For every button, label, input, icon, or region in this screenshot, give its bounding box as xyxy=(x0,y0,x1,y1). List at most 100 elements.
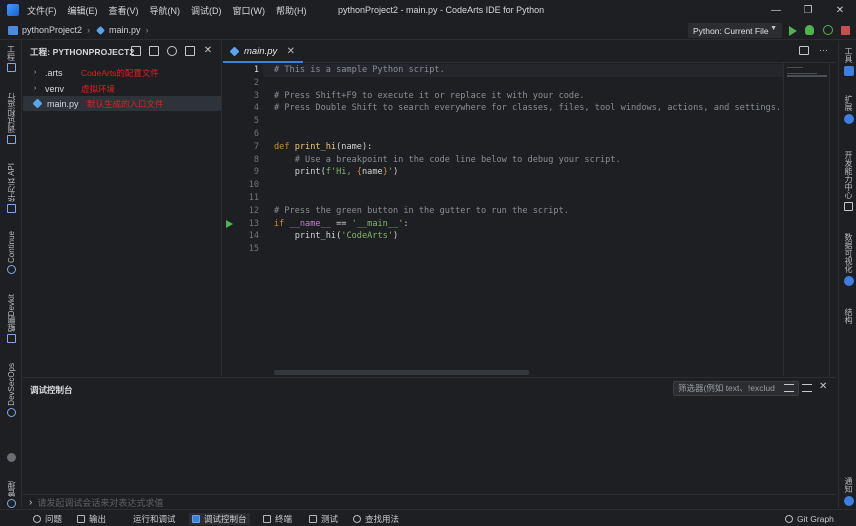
line-number: 6 xyxy=(253,129,259,139)
strip-item-manage[interactable]: 管理 xyxy=(3,481,19,510)
vertical-scrollbar[interactable] xyxy=(829,63,835,376)
strip-item-devkit[interactable]: 鲲鹏Devkit xyxy=(3,294,19,345)
strip-item-continue[interactable]: Continue xyxy=(3,231,19,276)
code-line[interactable]: # Use a breakpoint in the code line belo… xyxy=(274,154,621,167)
status-terminal[interactable]: 终端 xyxy=(260,513,295,525)
line-number: 11 xyxy=(248,193,259,203)
code-line[interactable]: def print_hi(name): xyxy=(274,141,372,154)
strip-item-run-debug[interactable]: 调试和运行 xyxy=(3,93,19,146)
run-gutter-icon[interactable] xyxy=(226,220,233,228)
menu-file[interactable]: 文件(F) xyxy=(27,4,57,17)
window-title: pythonProject2 - main.py - CodeArts IDE … xyxy=(338,5,545,15)
line-number: 8 xyxy=(253,154,259,165)
menu-view[interactable]: 查看(V) xyxy=(109,4,139,17)
status-label: 问题 xyxy=(45,514,63,524)
more-actions-icon[interactable]: ··· xyxy=(819,46,828,55)
tree-item-main-py[interactable]: main.py 默认生成的入口文件 xyxy=(23,96,221,111)
api-icon xyxy=(6,204,16,214)
status-find-usages[interactable]: 查找用法 xyxy=(350,513,402,525)
dev-center-icon xyxy=(844,202,853,211)
close-icon[interactable]: ✕ xyxy=(287,46,295,57)
strip-item-tools[interactable]: 工具 xyxy=(842,47,855,76)
breadcrumb-file[interactable]: main.py › xyxy=(96,25,149,35)
code-line[interactable]: print(f'Hi, {name}') xyxy=(274,166,399,179)
chevron-right-icon[interactable]: › xyxy=(34,69,42,76)
strip-item-api[interactable]: 华为云 API xyxy=(3,163,19,215)
menu-debug[interactable]: 调试(D) xyxy=(191,4,222,17)
horizontal-scrollbar[interactable] xyxy=(274,370,529,375)
status-problems[interactable]: 问题 xyxy=(30,513,65,525)
test-icon xyxy=(309,515,317,523)
line-number: 10 xyxy=(248,180,259,191)
project-panel-actions: ✕ xyxy=(123,46,213,56)
collapse-all-icon[interactable] xyxy=(185,46,195,56)
status-run-debug[interactable]: 运行和调试 xyxy=(118,513,179,525)
console-input-row[interactable]: › 请发起调试会话来对表达式求值 xyxy=(23,494,836,509)
breadcrumb-project[interactable]: pythonProject2 › xyxy=(8,25,90,35)
close-icon[interactable]: ✕ xyxy=(203,46,213,56)
filter-options-icon[interactable] xyxy=(784,384,794,392)
output-icon xyxy=(77,515,85,523)
strip-item-label: 开发能力中心 xyxy=(844,151,853,199)
split-editor-icon[interactable] xyxy=(799,46,809,55)
status-debug-console[interactable]: 调试控制台 xyxy=(189,513,250,525)
code-token: (name): xyxy=(336,141,373,152)
strip-item-label: 结构 xyxy=(844,308,853,324)
python-file-icon xyxy=(229,46,240,56)
chevron-right-icon[interactable]: › xyxy=(34,85,42,92)
status-label: 终端 xyxy=(275,514,293,524)
left-tool-strip: 工程 调试和运行 华为云 API Continue 鲲鹏Devkit DevSe… xyxy=(0,41,22,508)
minimap[interactable] xyxy=(783,63,829,376)
debug-icon[interactable] xyxy=(805,25,814,35)
menu-edit[interactable]: 编辑(E) xyxy=(68,4,98,17)
tree-item-venv[interactable]: › venv 虚拟环境 xyxy=(23,81,221,96)
menu-navigate[interactable]: 导航(N) xyxy=(150,4,181,17)
find-usages-icon xyxy=(353,515,361,523)
code-token: # Press the green button in the gutter t… xyxy=(274,205,569,216)
menu-window[interactable]: 窗口(W) xyxy=(233,4,266,17)
close-window-button[interactable]: ✕ xyxy=(824,0,856,20)
strip-item-data[interactable]: 数据可视化 xyxy=(842,233,855,286)
debug-console-icon xyxy=(192,515,200,523)
coverage-icon[interactable] xyxy=(823,25,833,35)
tree-item-arts[interactable]: › .arts CodeArts的配置文件 xyxy=(23,65,221,80)
strip-item-notifications[interactable]: 通知 xyxy=(842,477,855,506)
restore-button[interactable]: ❐ xyxy=(792,0,824,20)
code-line[interactable]: # Press Double Shift to search everywher… xyxy=(274,102,781,115)
tab-main-py[interactable]: main.py ✕ xyxy=(223,41,303,63)
refresh-icon[interactable] xyxy=(167,46,177,56)
status-git-graph[interactable]: Git Graph xyxy=(782,513,837,525)
strip-item-label: 扩展 xyxy=(844,95,853,111)
strip-item-dev-center[interactable]: 开发能力中心 xyxy=(842,151,855,211)
new-folder-icon[interactable] xyxy=(149,46,159,56)
stop-icon[interactable] xyxy=(841,26,850,35)
strip-item-label: 鲲鹏Devkit xyxy=(6,294,16,333)
console-filter-input[interactable]: 筛选器(例如 text、!exclud xyxy=(673,381,799,396)
strip-item-extensions[interactable]: 扩展 xyxy=(842,95,855,124)
status-test[interactable]: 测试 xyxy=(306,513,341,525)
strip-item-devsecops[interactable]: DevSecOps xyxy=(3,363,19,419)
close-icon[interactable]: ✕ xyxy=(819,381,827,392)
menu-help[interactable]: 帮助(H) xyxy=(276,4,307,17)
strip-item-project[interactable]: 工程 xyxy=(3,45,19,74)
code-line[interactable]: print_hi('CodeArts') xyxy=(274,230,399,243)
status-output[interactable]: 输出 xyxy=(74,513,109,525)
line-number: 2 xyxy=(253,77,259,88)
run-icon[interactable] xyxy=(789,26,797,36)
run-configuration-select[interactable]: Python: Current File ▼ xyxy=(688,23,782,38)
code-line[interactable]: if __name__ == '__main__': xyxy=(274,218,409,231)
strip-item-structure[interactable]: 结构 xyxy=(842,308,855,324)
line-number: 7 xyxy=(253,141,259,152)
code-line[interactable]: # Press Shift+F9 to execute it or replac… xyxy=(274,90,584,103)
debug-console-title: 调试控制台 xyxy=(30,385,73,395)
console-input[interactable]: 请发起调试会话来对表达式求值 xyxy=(37,496,163,509)
strip-item-label: 通知 xyxy=(844,477,853,493)
code-line[interactable]: # Press the green button in the gutter t… xyxy=(274,205,569,218)
code-line[interactable]: # This is a sample Python script. xyxy=(274,64,445,77)
run-debug-icon xyxy=(121,515,129,523)
strip-item-account[interactable] xyxy=(3,451,19,464)
new-file-icon[interactable] xyxy=(131,46,141,56)
minimize-button[interactable]: — xyxy=(760,0,792,20)
clear-console-icon[interactable] xyxy=(802,384,812,392)
code-editor[interactable]: 1 2 3 4 5 6 7 8 9 10 11 12 13 14 15 # This is a sample… xyxy=(223,63,836,376)
